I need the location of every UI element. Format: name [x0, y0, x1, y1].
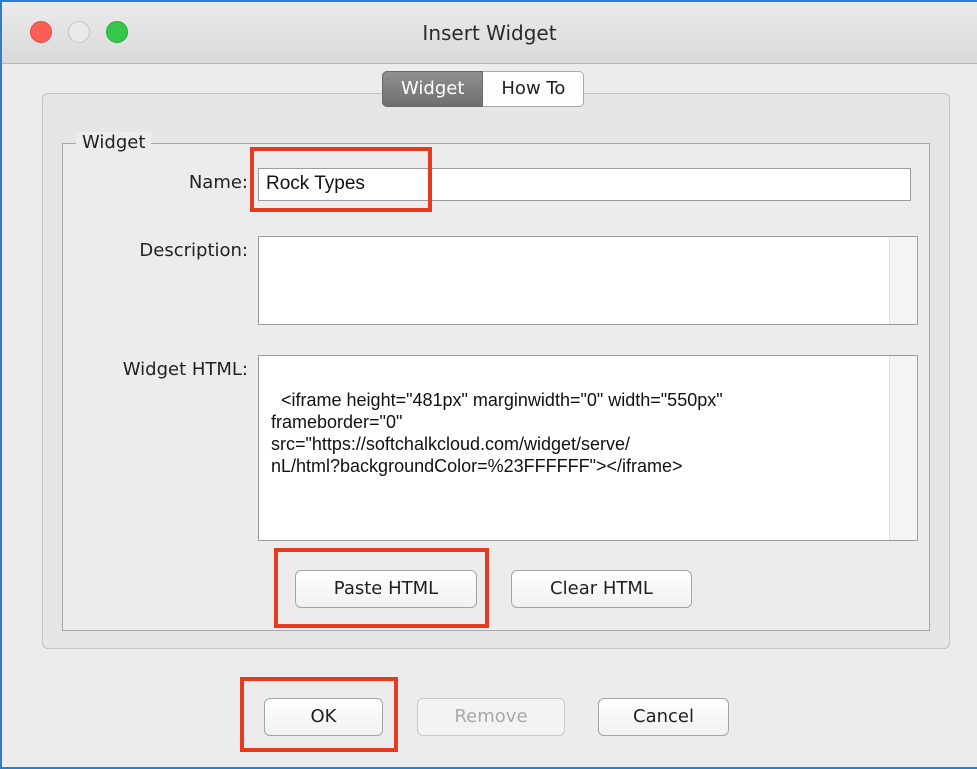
tab-widget[interactable]: Widget: [382, 71, 484, 107]
cancel-button[interactable]: Cancel: [598, 698, 729, 736]
widget-html-label: Widget HTML:: [122, 359, 248, 380]
name-label: Name:: [188, 172, 248, 193]
name-field[interactable]: Rock Types: [258, 168, 911, 201]
title-bar[interactable]: Insert Widget: [2, 2, 977, 64]
widget-html-text: <iframe height="481px" marginwidth="0" w…: [271, 390, 723, 476]
description-label: Description:: [139, 240, 248, 261]
ok-button[interactable]: OK: [264, 698, 383, 736]
paste-html-button[interactable]: Paste HTML: [295, 570, 477, 608]
clear-html-button[interactable]: Clear HTML: [511, 570, 692, 608]
widget-group-label: Widget: [76, 132, 152, 153]
widget-html-scrollbar[interactable]: [889, 356, 917, 540]
window-title: Insert Widget: [422, 21, 557, 45]
tab-how-to[interactable]: How To: [483, 71, 585, 107]
description-field[interactable]: [258, 236, 918, 325]
remove-button: Remove: [417, 698, 565, 736]
tab-bar: Widget How To: [382, 71, 585, 107]
description-scrollbar[interactable]: [889, 237, 917, 324]
widget-html-field[interactable]: <iframe height="481px" marginwidth="0" w…: [258, 355, 918, 541]
